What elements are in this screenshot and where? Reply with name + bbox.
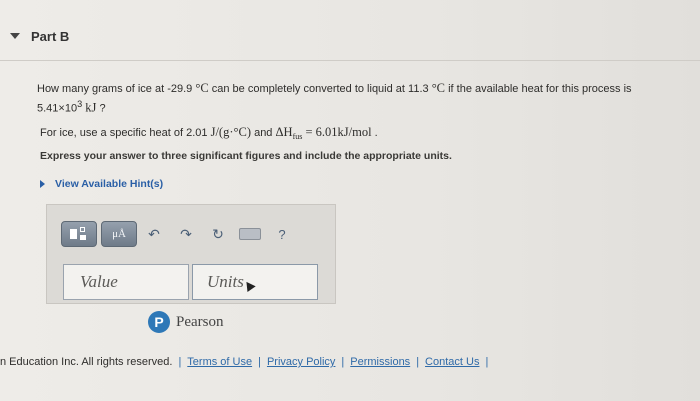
question-text: How many grams of ice at -29.9 °C can be… (37, 81, 677, 117)
page: Part B How many grams of ice at -29.9 °C… (0, 0, 700, 401)
enthalpy-value: = 6.01kJ/mol (302, 125, 372, 139)
part-header[interactable]: Part B (10, 28, 69, 44)
given-part: For ice, use a specific heat of 2.01 (40, 127, 211, 139)
divider (0, 60, 700, 61)
value-placeholder: Value (80, 272, 118, 291)
unit-celsius: °C (431, 81, 446, 95)
reset-icon: ↻ (212, 225, 224, 242)
footer: n Education Inc. All rights reserved. | … (0, 356, 494, 368)
mu-a-icon: μÅ (112, 228, 126, 240)
given-part: and (251, 127, 276, 139)
permissions-link[interactable]: Permissions (350, 356, 410, 368)
answer-panel: μÅ ↶ ↷ ↻ ? Value Units (46, 204, 336, 304)
enthalpy-subscript: fus (292, 132, 303, 142)
mouse-cursor-icon (242, 278, 256, 292)
separator: | (178, 356, 182, 368)
question-part: How many grams of ice at -29.9 (37, 83, 196, 95)
units-input[interactable]: Units (192, 264, 318, 300)
undo-button[interactable]: ↶ (141, 221, 167, 247)
pearson-name: Pearson (176, 313, 224, 330)
redo-button[interactable]: ↷ (173, 221, 199, 247)
help-icon: ? (278, 226, 286, 242)
templates-icon (69, 226, 89, 242)
specific-heat-unit: J/(g·°C) (210, 125, 252, 139)
unit-celsius: °C (195, 81, 209, 95)
caret-right-icon (40, 180, 45, 188)
pearson-logo-icon: P (148, 311, 170, 333)
pearson-brand: P Pearson (148, 311, 224, 333)
units-symbols-button[interactable]: μÅ (101, 221, 137, 247)
separator: | (258, 356, 261, 368)
contact-link[interactable]: Contact Us (425, 356, 479, 368)
enthalpy-symbol: ΔH (275, 125, 293, 139)
unit-kj: kJ (82, 100, 97, 115)
reset-button[interactable]: ↻ (205, 221, 231, 247)
instructions: Express your answer to three significant… (40, 150, 452, 162)
keyboard-icon (239, 228, 261, 240)
hint-label[interactable]: View Available Hint(s) (55, 178, 163, 190)
question-part: can be completely converted to liquid at… (208, 83, 432, 95)
copyright-text: n Education Inc. All rights reserved. (0, 356, 173, 368)
given-part: . (371, 127, 378, 139)
math-toolbar: μÅ ↶ ↷ ↻ ? (61, 221, 301, 247)
given-data: For ice, use a specific heat of 2.01 J/(… (40, 125, 378, 141)
help-button[interactable]: ? (269, 221, 295, 247)
question-part: ? (96, 102, 106, 115)
privacy-link[interactable]: Privacy Policy (267, 356, 335, 368)
caret-down-icon[interactable] (10, 33, 20, 39)
separator: | (341, 356, 345, 368)
redo-icon: ↷ (180, 225, 192, 242)
view-hints-link[interactable]: View Available Hint(s) (40, 178, 163, 190)
separator: | (416, 356, 420, 368)
value-input[interactable]: Value (63, 264, 189, 300)
keyboard-button[interactable] (237, 221, 263, 247)
units-placeholder: Units (207, 272, 244, 291)
part-title: Part B (31, 28, 70, 44)
undo-icon: ↶ (148, 225, 160, 242)
templates-button[interactable] (61, 221, 97, 247)
terms-link[interactable]: Terms of Use (187, 356, 252, 368)
separator: | (485, 356, 489, 368)
